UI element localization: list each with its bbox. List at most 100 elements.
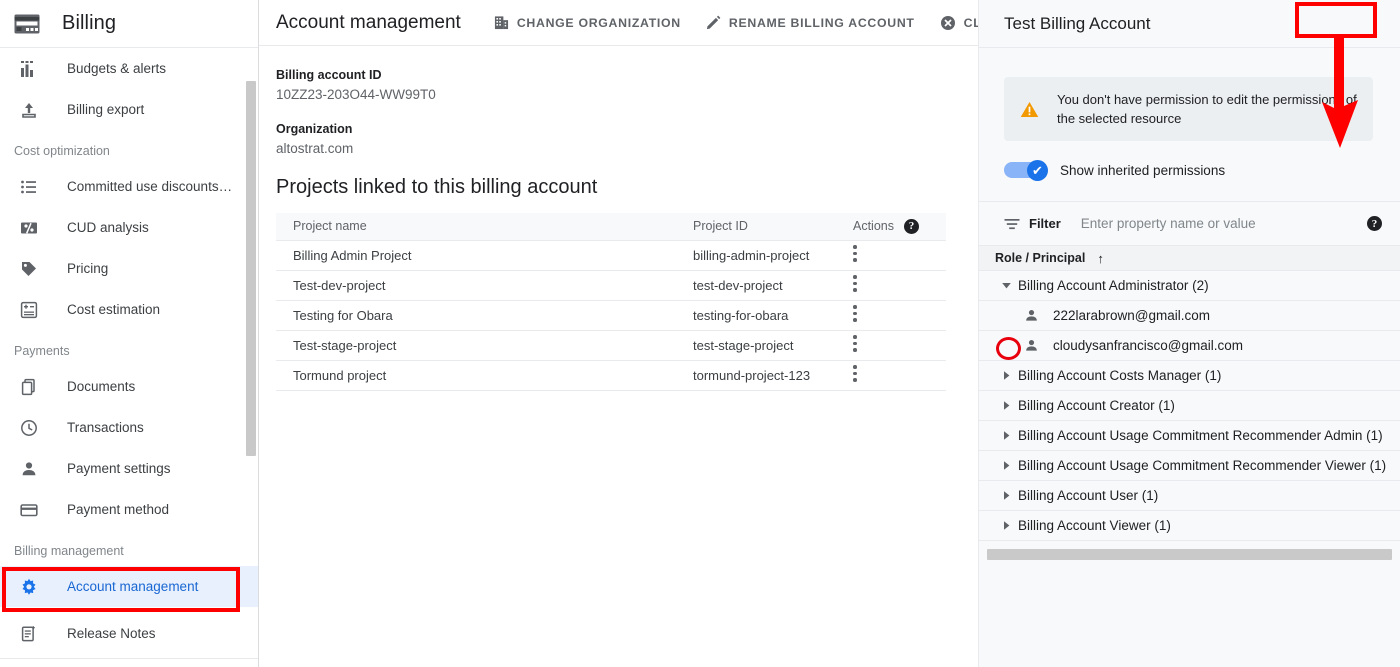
column-header-project-name[interactable]: Project name — [276, 213, 676, 240]
permission-warning-banner: You don't have permission to edit the pe… — [1004, 77, 1373, 141]
role-name: Billing Account Creator (1) — [1018, 398, 1175, 413]
projects-table-head: Project name Project ID Actions ? — [276, 213, 946, 240]
chevron-right-icon[interactable] — [1001, 430, 1018, 441]
sidebar-section-billing-management: Billing management — [0, 530, 258, 566]
list-icon — [20, 178, 50, 196]
sidebar-item-documents[interactable]: Documents — [0, 366, 258, 407]
documents-icon — [20, 378, 50, 396]
change-organization-button[interactable]: CHANGE ORGANIZATION — [494, 15, 681, 30]
actions-label: Actions — [853, 219, 894, 233]
role-row-billing-account-creator[interactable]: Billing Account Creator (1) — [979, 391, 1400, 421]
cell-actions — [836, 330, 946, 360]
chevron-right-icon[interactable] — [1001, 400, 1018, 411]
projects-table-body: Billing Admin Project billing-admin-proj… — [276, 240, 946, 390]
member-row[interactable]: cloudysanfrancisco@gmail.com — [979, 331, 1400, 361]
sidebar-item-label: Budgets & alerts — [67, 61, 166, 76]
role-name: Billing Account Usage Commitment Recomme… — [1018, 458, 1386, 473]
filter-icon[interactable] — [1004, 217, 1020, 231]
sidebar-scroll-region: Budgets & alerts Billing export Cost opt… — [0, 48, 258, 667]
tag-icon — [20, 260, 50, 278]
sidebar: Billing Budgets & alerts — [0, 0, 259, 667]
table-row[interactable]: Test-stage-project test-stage-project — [276, 330, 946, 360]
organization-field: Organization altostrat.com — [276, 122, 978, 156]
sidebar-item-cud-analysis[interactable]: CUD analysis — [0, 207, 258, 248]
filter-row: Filter ? — [979, 202, 1400, 246]
card-icon — [20, 501, 50, 519]
role-row-billing-account-administrator[interactable]: Billing Account Administrator (2) — [979, 271, 1400, 301]
sidebar-item-release-notes[interactable]: Release Notes — [0, 613, 258, 654]
cell-project-name: Test-dev-project — [276, 270, 676, 300]
chevron-right-icon[interactable] — [1001, 520, 1018, 531]
sidebar-item-payment-settings[interactable]: Payment settings — [0, 448, 258, 489]
sidebar-item-label: Release Notes — [67, 626, 156, 641]
role-row-billing-account-user[interactable]: Billing Account User (1) — [979, 481, 1400, 511]
role-principal-column-header[interactable]: Role / Principal ↑ — [979, 246, 1400, 271]
calculator-icon — [20, 301, 50, 319]
rename-billing-account-button[interactable]: RENAME BILLING ACCOUNT — [706, 15, 915, 30]
organization-icon — [494, 15, 509, 30]
info-panel-horizontal-scrollbar-area — [979, 541, 1400, 560]
sidebar-item-label: Account management — [67, 579, 198, 594]
sidebar-section-payments: Payments — [0, 330, 258, 366]
credit-card-icon — [14, 14, 48, 34]
chevron-right-icon[interactable] — [1001, 370, 1018, 381]
chevron-right-icon[interactable] — [1001, 490, 1018, 501]
sidebar-item-payment-method[interactable]: Payment method — [0, 489, 258, 530]
table-row[interactable]: Billing Admin Project billing-admin-proj… — [276, 240, 946, 270]
page-title: Account management — [276, 12, 461, 34]
cell-actions — [836, 300, 946, 330]
cell-project-id: test-stage-project — [676, 330, 836, 360]
role-row-usage-commitment-recommender-viewer[interactable]: Billing Account Usage Commitment Recomme… — [979, 451, 1400, 481]
role-name: Billing Account Administrator (2) — [1018, 278, 1209, 293]
info-panel-title: Test Billing Account — [1004, 14, 1150, 34]
sidebar-item-billing-export[interactable]: Billing export — [0, 89, 258, 130]
toggle-knob-check-icon: ✔ — [1027, 160, 1048, 181]
sidebar-scrollbar[interactable] — [246, 81, 256, 456]
table-row[interactable]: Testing for Obara testing-for-obara — [276, 300, 946, 330]
role-row-billing-account-costs-manager[interactable]: Billing Account Costs Manager (1) — [979, 361, 1400, 391]
column-header-actions: Actions ? — [836, 213, 946, 240]
filter-help-icon[interactable]: ? — [1367, 216, 1382, 231]
sidebar-item-transactions[interactable]: Transactions — [0, 407, 258, 448]
row-menu-icon[interactable] — [853, 275, 946, 292]
sidebar-item-budgets-alerts[interactable]: Budgets & alerts — [0, 48, 258, 89]
billing-account-id-label: Billing account ID — [276, 68, 978, 82]
help-icon[interactable]: ? — [904, 219, 919, 234]
billing-account-id-value: 10ZZ23-203O44-WW99T0 — [276, 87, 978, 102]
show-inherited-permissions-toggle[interactable]: ✔ — [1004, 160, 1048, 180]
table-row[interactable]: Test-dev-project test-dev-project — [276, 270, 946, 300]
sidebar-item-account-management[interactable]: Account management — [0, 566, 258, 607]
table-row[interactable]: Tormund project tormund-project-123 — [276, 360, 946, 390]
close-billing-account-button[interactable]: CLOSE BILLING ACCOUNT — [940, 15, 978, 31]
role-name: Billing Account Viewer (1) — [1018, 518, 1171, 533]
release-notes-icon — [20, 625, 50, 643]
sidebar-item-cost-estimation[interactable]: Cost estimation — [0, 289, 258, 330]
person-icon — [1024, 308, 1039, 323]
sidebar-title: Billing — [62, 12, 116, 35]
row-menu-icon[interactable] — [853, 245, 946, 262]
cell-project-name: Billing Admin Project — [276, 240, 676, 270]
role-row-billing-account-viewer[interactable]: Billing Account Viewer (1) — [979, 511, 1400, 541]
row-menu-icon[interactable] — [853, 305, 946, 322]
filter-input[interactable] — [1081, 216, 1357, 231]
info-panel-horizontal-scrollbar[interactable] — [987, 549, 1392, 560]
chevron-right-icon[interactable] — [1001, 460, 1018, 471]
toolbar: Account management — [259, 0, 978, 46]
role-principal-label: Role / Principal — [995, 251, 1085, 265]
row-menu-icon[interactable] — [853, 335, 946, 352]
person-icon — [20, 460, 50, 478]
sidebar-item-committed-use-discounts[interactable]: Committed use discounts… — [0, 166, 258, 207]
cell-project-id: testing-for-obara — [676, 300, 836, 330]
member-row[interactable]: 222larabrown@gmail.com — [979, 301, 1400, 331]
button-label: CHANGE ORGANIZATION — [517, 16, 681, 30]
billing-account-management-page: Billing Budgets & alerts — [0, 0, 1400, 667]
sidebar-item-pricing[interactable]: Pricing — [0, 248, 258, 289]
chevron-down-icon[interactable] — [1001, 280, 1018, 291]
sidebar-header: Billing — [0, 0, 258, 48]
cell-actions — [836, 360, 946, 390]
role-row-usage-commitment-recommender-admin[interactable]: Billing Account Usage Commitment Recomme… — [979, 421, 1400, 451]
sidebar-item-label: Documents — [67, 379, 135, 394]
column-header-project-id[interactable]: Project ID — [676, 213, 836, 240]
filter-label: Filter — [1029, 216, 1061, 231]
row-menu-icon[interactable] — [853, 365, 946, 382]
